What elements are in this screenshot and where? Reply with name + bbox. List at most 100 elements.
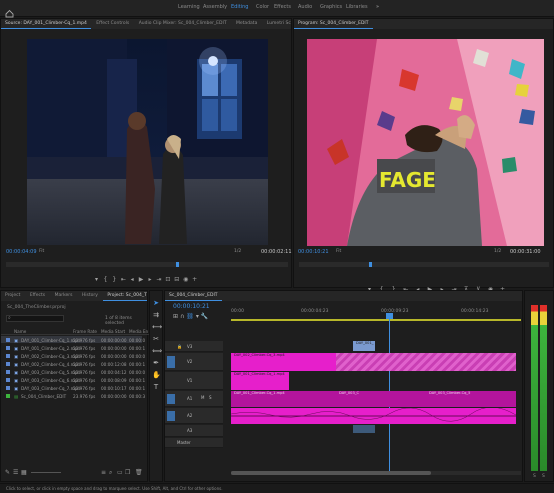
- mark-in-icon[interactable]: {: [102, 276, 109, 283]
- selection-tool-icon[interactable]: ➤: [152, 299, 160, 307]
- tab-effects[interactable]: Effects: [26, 291, 49, 300]
- source-patch-a1[interactable]: [167, 394, 175, 404]
- step-forward-icon[interactable]: ▸: [147, 276, 154, 283]
- sort-icon[interactable]: ≡: [101, 469, 106, 476]
- solo-right-button[interactable]: S: [542, 474, 545, 479]
- tab-sequence[interactable]: Sc_004_Climber_EDIT: [165, 291, 222, 301]
- clip-v2-b[interactable]: [336, 353, 516, 371]
- tab-program[interactable]: Program: Sc_004_Climber_EDIT: [294, 19, 373, 29]
- workspace-graphics[interactable]: Graphics: [320, 4, 342, 10]
- slip-tool-icon[interactable]: ⟺: [152, 347, 162, 355]
- clip-v1-a[interactable]: DAY_001_Climber-Cq_1.mp4: [231, 372, 289, 390]
- export-frame-icon[interactable]: ◉: [182, 276, 189, 283]
- horizontal-scrollbar[interactable]: [231, 471, 521, 475]
- tab-effect-controls[interactable]: Effect Controls: [92, 19, 133, 28]
- source-resolution-select[interactable]: 1/2: [234, 249, 241, 254]
- timeline-ruler[interactable]: 00:00 00:00:04:23 00:00:09:23 00:00:14:2…: [231, 303, 521, 321]
- list-item[interactable]: ▣ DAY_001_Climber-Cq_2.mp4 23.976 fps 00:0…: [1, 344, 145, 351]
- solo-button[interactable]: S: [209, 395, 212, 400]
- tab-history[interactable]: History: [78, 291, 102, 300]
- mark-out-icon[interactable]: }: [111, 276, 118, 283]
- timeline-timecode[interactable]: 00:00:10:21: [173, 303, 210, 310]
- linked-selection-icon[interactable]: ⛓: [186, 313, 194, 320]
- col-media-start[interactable]: Media Start: [101, 329, 125, 334]
- mute-button[interactable]: M: [201, 395, 204, 400]
- overwrite-icon[interactable]: ⊟: [173, 276, 180, 283]
- new-item-icon[interactable]: ❐: [125, 469, 130, 476]
- icon-view-icon[interactable]: ▦: [21, 469, 27, 476]
- play-icon[interactable]: ▶: [138, 276, 145, 283]
- clip-a2[interactable]: [231, 408, 516, 424]
- search-icon[interactable]: ⌕: [109, 469, 112, 477]
- list-item[interactable]: ▣ DAY_002_Climber-Cq_3.mp4 23.976 fps 00:0…: [1, 352, 145, 359]
- source-video-frame[interactable]: [27, 39, 268, 245]
- list-item[interactable]: ▣ DAY_003_Climber-Cq_7.mp4 23.976 fps 00:0…: [1, 384, 145, 391]
- track-header-a3[interactable]: A3: [165, 425, 223, 437]
- source-fit-select[interactable]: Fit: [39, 249, 44, 254]
- workspace-assembly[interactable]: Assembly: [203, 4, 227, 10]
- clip-a3[interactable]: [353, 425, 375, 433]
- col-media-end[interactable]: Media En: [129, 329, 148, 334]
- hand-tool-icon[interactable]: ✋: [152, 371, 161, 379]
- track-header-v1[interactable]: V1: [165, 372, 223, 390]
- clip-v2-a[interactable]: DAY_002_Climber-Cq_3.mp4: [231, 353, 336, 371]
- razor-tool-icon[interactable]: ✂: [152, 335, 160, 343]
- track-header-mix[interactable]: Master: [165, 438, 223, 448]
- workspace-effects[interactable]: Effects: [274, 4, 291, 10]
- track-header-a2[interactable]: A2: [165, 408, 223, 424]
- source-patch-v1[interactable]: [167, 356, 175, 368]
- wrench-icon[interactable]: 🔧: [201, 313, 208, 320]
- program-timebar[interactable]: [299, 262, 549, 267]
- track-header-a1[interactable]: A1 M S: [165, 391, 223, 407]
- program-timecode-current[interactable]: 00:00:10:21: [298, 249, 329, 255]
- list-item[interactable]: ▣ DAY_002_Climber-Cq_4.mp4 23.976 fps 00:0…: [1, 360, 145, 367]
- type-tool-icon[interactable]: T: [152, 383, 160, 391]
- source-patch-a2[interactable]: [167, 411, 175, 421]
- more-icon[interactable]: »: [376, 4, 379, 10]
- marker-icon[interactable]: ▾: [93, 276, 100, 283]
- add-marker-icon[interactable]: ▾: [196, 313, 199, 320]
- go-to-in-icon[interactable]: ⇤: [120, 276, 127, 283]
- project-search-input[interactable]: ⌕: [6, 315, 64, 322]
- list-item[interactable]: ▣ DAY_003_Climber-Cq_5.mp4 23.976 fps 00:0…: [1, 368, 145, 375]
- track-header-v2[interactable]: V2: [165, 353, 223, 371]
- col-frame-rate[interactable]: Frame Rate: [73, 329, 97, 334]
- add-button-icon[interactable]: +: [191, 276, 198, 283]
- tab-lumetri-scopes[interactable]: Lumetri Scopes (Lightest) Sequence: [263, 19, 291, 28]
- workspace-editing[interactable]: Editing: [231, 4, 248, 10]
- insert-icon[interactable]: ⊡: [164, 276, 171, 283]
- step-back-icon[interactable]: ◂: [129, 276, 136, 283]
- workspace-libraries[interactable]: Libraries: [346, 4, 368, 10]
- clip-a1[interactable]: DAY_001_Climber-Cq_1.mp4 DAY_003_C DAY_0…: [231, 391, 516, 407]
- program-fit-select[interactable]: Fit: [336, 249, 341, 254]
- workspace-learning[interactable]: Learning: [178, 4, 200, 10]
- col-name[interactable]: Name: [14, 329, 26, 334]
- work-area-bar[interactable]: [231, 319, 521, 321]
- pen-tool-icon[interactable]: ✒: [152, 359, 160, 367]
- tab-project-file[interactable]: Project: Sc_004_TheClimber: [103, 291, 147, 301]
- tab-metadata[interactable]: Metadata: [232, 19, 261, 28]
- go-to-out-icon[interactable]: ⇥: [155, 276, 162, 283]
- tab-project[interactable]: Project: [1, 291, 24, 300]
- home-icon[interactable]: [5, 3, 14, 18]
- program-playhead[interactable]: [369, 262, 372, 267]
- tab-audio-clip-mixer[interactable]: Audio Clip Mixer: Sc_004_Climber_EDIT: [135, 19, 231, 28]
- clip-v3[interactable]: DAY_001_: [353, 341, 375, 351]
- workspace-audio[interactable]: Audio: [298, 4, 312, 10]
- list-view-icon[interactable]: ☰: [13, 469, 18, 476]
- workspace-color[interactable]: Color: [256, 4, 269, 10]
- new-bin-icon[interactable]: ▭: [117, 469, 123, 476]
- list-item[interactable]: ▣ DAY_003_Climber-Cq_6.mp4 23.976 fps 00:0…: [1, 376, 145, 383]
- pencil-icon[interactable]: ✎: [5, 469, 10, 476]
- snap-icon[interactable]: ∩: [180, 313, 184, 320]
- source-timebar[interactable]: [6, 262, 288, 267]
- solo-left-button[interactable]: S: [533, 474, 536, 479]
- program-video-frame[interactable]: FAGE: [307, 39, 544, 246]
- track-select-tool-icon[interactable]: ⇉: [152, 311, 160, 319]
- trash-icon[interactable]: 🗑: [135, 469, 143, 476]
- track-header-v3[interactable]: 🔒 V3: [165, 341, 223, 352]
- source-timecode-in[interactable]: 00:00:04:09: [6, 249, 37, 255]
- ripple-edit-tool-icon[interactable]: ⟷: [152, 323, 162, 331]
- list-item[interactable]: ▣ DAY_001_Climber-Cq_1.mp4 23.976 fps 00:0…: [1, 336, 145, 344]
- tab-source[interactable]: Source: DAY_001_Climber-Cq_1.mp4: [1, 19, 91, 29]
